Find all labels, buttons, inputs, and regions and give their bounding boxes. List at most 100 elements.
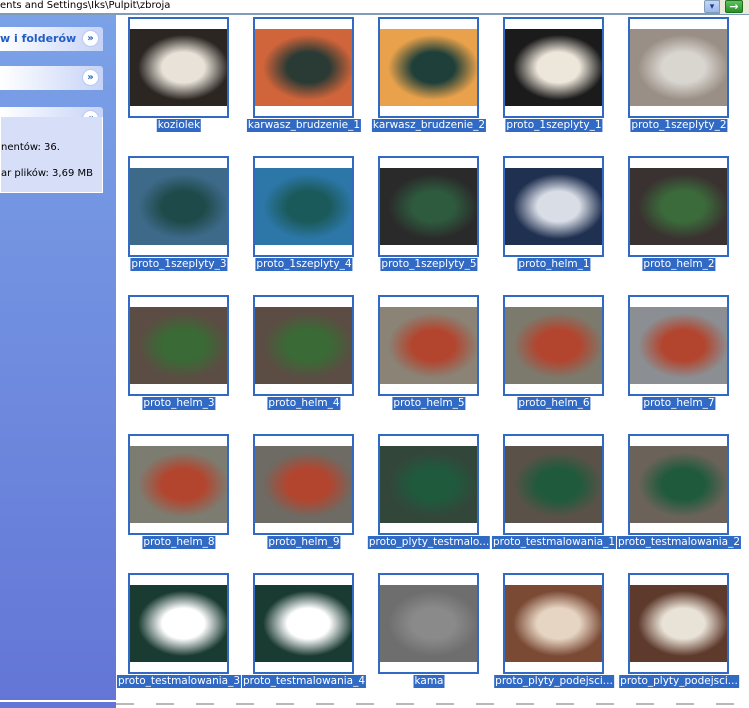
address-input[interactable]: ents and Settings\Iks\Pulpit\zbroja xyxy=(0,0,720,14)
file-item[interactable]: koziolek xyxy=(116,15,242,140)
thumbnail-image xyxy=(630,446,727,523)
thumbnail-image xyxy=(130,585,227,662)
file-name: proto_plyty_podejsci... xyxy=(619,675,739,688)
items-count: nentów: 36. xyxy=(1,142,60,153)
file-item[interactable]: proto_1szeplyty_5 xyxy=(366,154,492,279)
thumbnail[interactable] xyxy=(253,17,354,118)
file-item[interactable]: proto_helm_7 xyxy=(616,293,742,418)
thumbnail-image xyxy=(505,168,602,245)
file-name: proto_1szeplyty_2 xyxy=(630,119,728,132)
details-panel: nentów: 36. ar plików: 3,69 MB xyxy=(0,117,103,193)
chevron-double-down-icon[interactable]: » xyxy=(82,69,99,86)
thumbnail[interactable] xyxy=(378,434,479,535)
thumbnail[interactable] xyxy=(378,156,479,257)
thumbnail-image xyxy=(130,446,227,523)
thumbnail[interactable] xyxy=(128,156,229,257)
chevron-double-down-icon[interactable]: » xyxy=(82,30,99,47)
file-name: proto_helm_7 xyxy=(642,397,716,410)
file-item[interactable]: proto_testmalowania_4 xyxy=(241,571,367,696)
taskbar-right xyxy=(116,703,749,705)
thumbnail[interactable] xyxy=(628,156,729,257)
panel-title: w i folderów xyxy=(0,32,77,45)
thumbnail[interactable] xyxy=(628,434,729,535)
thumbnail[interactable] xyxy=(253,295,354,396)
thumbnail[interactable] xyxy=(253,156,354,257)
thumbnail[interactable] xyxy=(503,156,604,257)
thumbnail-image xyxy=(255,585,352,662)
thumbnail-image xyxy=(505,446,602,523)
thumbnail-image xyxy=(255,29,352,106)
thumbnail[interactable] xyxy=(503,17,604,118)
thumbnail[interactable] xyxy=(253,434,354,535)
thumbnail-image xyxy=(630,585,727,662)
file-item[interactable]: karwasz_brudzenie_1 xyxy=(241,15,367,140)
file-item[interactable]: proto_helm_9 xyxy=(241,432,367,557)
file-item[interactable]: karwasz_brudzenie_2 xyxy=(366,15,492,140)
file-item[interactable]: proto_helm_3 xyxy=(116,293,242,418)
thumbnail[interactable] xyxy=(128,573,229,674)
thumbnail[interactable] xyxy=(628,295,729,396)
file-item[interactable]: proto_helm_1 xyxy=(491,154,617,279)
file-name: proto_testmalowania_4 xyxy=(241,675,367,688)
file-name: proto_plyty_testmalo... xyxy=(367,536,491,549)
panel-header-other[interactable]: » xyxy=(0,66,103,90)
file-item[interactable]: proto_plyty_podejsci... xyxy=(616,571,742,696)
thumbnail-image xyxy=(380,29,477,106)
thumbnail[interactable] xyxy=(628,17,729,118)
thumbnail-image xyxy=(380,446,477,523)
file-item[interactable]: proto_helm_2 xyxy=(616,154,742,279)
file-item[interactable]: proto_plyty_podejsci... xyxy=(491,571,617,696)
file-name: proto_helm_8 xyxy=(142,536,216,549)
thumbnail[interactable] xyxy=(503,573,604,674)
thumbnail[interactable] xyxy=(253,573,354,674)
thumbnail[interactable] xyxy=(378,17,479,118)
thumbnail-image xyxy=(630,29,727,106)
file-item[interactable]: proto_testmalowania_2 xyxy=(616,432,742,557)
file-item[interactable]: proto_testmalowania_3 xyxy=(116,571,242,696)
thumbnail-image xyxy=(505,585,602,662)
thumbnail[interactable] xyxy=(378,573,479,674)
file-item[interactable]: proto_plyty_testmalo... xyxy=(366,432,492,557)
file-item[interactable]: proto_1szeplyty_1 xyxy=(491,15,617,140)
arrow-right-icon[interactable]: → xyxy=(725,0,743,13)
address-bar: ents and Settings\Iks\Pulpit\zbroja ▾ → xyxy=(0,0,749,15)
panel-header-folders[interactable]: w i folderów » xyxy=(0,27,103,51)
thumbnail[interactable] xyxy=(503,295,604,396)
thumbnail[interactable] xyxy=(128,434,229,535)
file-name: proto_1szeplyty_1 xyxy=(505,119,603,132)
taskbar-left xyxy=(0,702,116,708)
thumbnail-image xyxy=(130,168,227,245)
thumbnail-image xyxy=(505,29,602,106)
file-item[interactable]: proto_helm_6 xyxy=(491,293,617,418)
thumbnail[interactable] xyxy=(628,573,729,674)
file-name: karwasz_brudzenie_1 xyxy=(246,119,362,132)
thumbnail[interactable] xyxy=(378,295,479,396)
thumbnail[interactable] xyxy=(128,17,229,118)
file-name: proto_helm_6 xyxy=(517,397,591,410)
thumbnail[interactable] xyxy=(128,295,229,396)
file-item[interactable]: proto_helm_8 xyxy=(116,432,242,557)
file-name: proto_1szeplyty_5 xyxy=(380,258,478,271)
task-pane: w i folderów » » « nentów: 36. ar plików… xyxy=(0,15,116,708)
file-item[interactable]: proto_helm_5 xyxy=(366,293,492,418)
file-item[interactable]: proto_testmalowania_1 xyxy=(491,432,617,557)
file-item[interactable]: proto_1szeplyty_2 xyxy=(616,15,742,140)
file-item[interactable]: kama xyxy=(366,571,492,696)
thumbnail-image xyxy=(255,446,352,523)
file-name: proto_1szeplyty_3 xyxy=(130,258,228,271)
file-name: proto_helm_4 xyxy=(267,397,341,410)
file-name: proto_helm_9 xyxy=(267,536,341,549)
file-name: proto_testmalowania_3 xyxy=(116,675,242,688)
file-name: proto_helm_1 xyxy=(517,258,591,271)
thumbnail-image xyxy=(505,307,602,384)
file-item[interactable]: proto_helm_4 xyxy=(241,293,367,418)
thumbnail-image xyxy=(630,168,727,245)
thumbnail[interactable] xyxy=(503,434,604,535)
chevron-down-icon[interactable]: ▾ xyxy=(704,0,720,13)
taskbar-fragment xyxy=(0,700,749,708)
thumbnail-image xyxy=(380,585,477,662)
file-name: karwasz_brudzenie_2 xyxy=(371,119,487,132)
file-item[interactable]: proto_1szeplyty_4 xyxy=(241,154,367,279)
file-name: proto_testmalowania_1 xyxy=(491,536,617,549)
file-item[interactable]: proto_1szeplyty_3 xyxy=(116,154,242,279)
